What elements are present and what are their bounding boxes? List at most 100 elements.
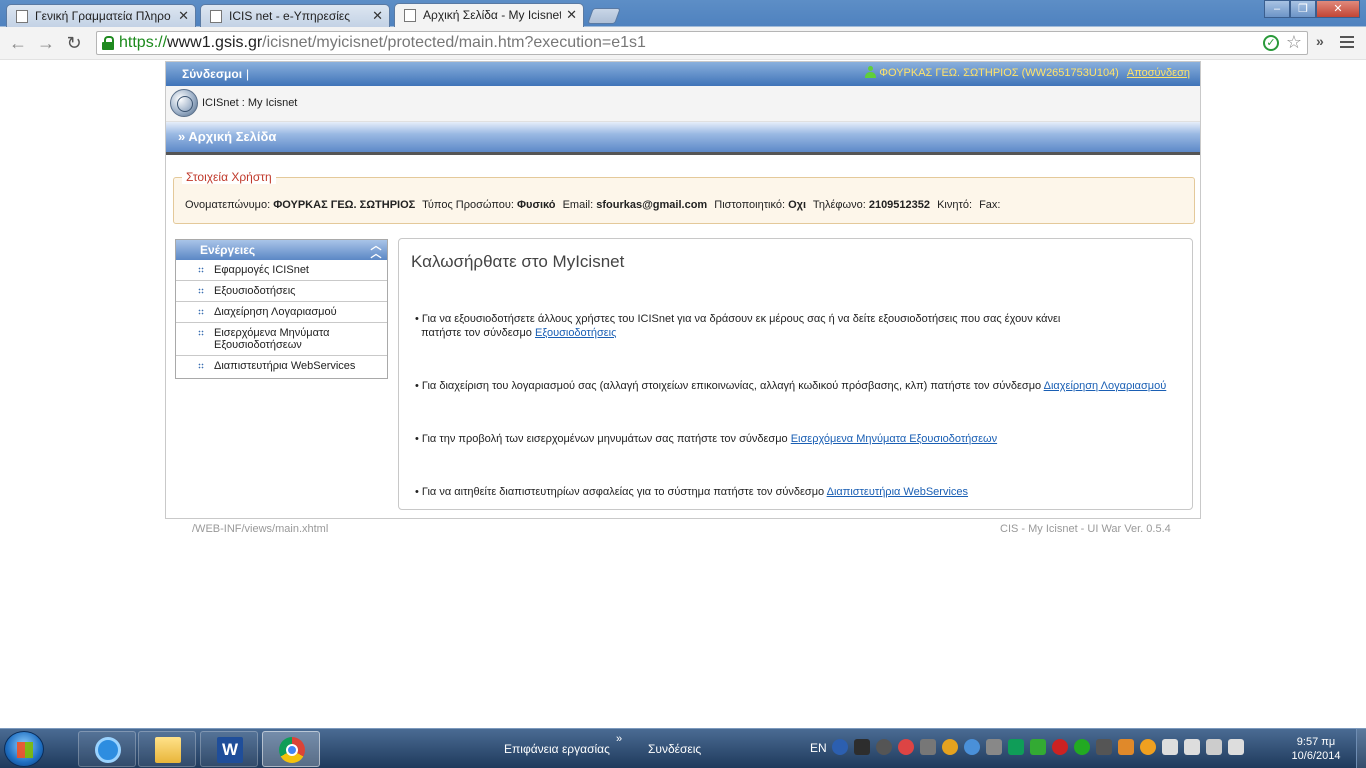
new-tab-button[interactable] xyxy=(587,8,621,24)
breadcrumb-bar: ICISnet : My Icisnet xyxy=(166,86,1200,122)
minimize-button[interactable]: – xyxy=(1264,0,1290,18)
page-container: Σύνδεσμοι | ΦΟΥΡΚΑΣ ΓΕΩ. ΣΩΤΗΡΙΟΣ (WW2651… xyxy=(165,61,1201,519)
authorizations-link[interactable]: Εξουσιοδοτήσεις xyxy=(535,327,616,339)
chrome-tray-icon[interactable] xyxy=(898,739,914,755)
taskbar-file-explorer[interactable] xyxy=(138,731,196,767)
collapse-up-icon[interactable]: ︿ ︿ xyxy=(370,241,382,260)
links-label[interactable]: Σύνδεσμοι xyxy=(182,67,242,81)
volume-icon[interactable] xyxy=(1206,739,1222,755)
action-label[interactable]: Εφαρμογές ICISnet xyxy=(214,264,309,276)
back-arrow-icon[interactable]: ← xyxy=(6,31,30,55)
tray-app-icon[interactable] xyxy=(854,739,870,755)
toolbar-chevron-icon[interactable]: » xyxy=(616,733,622,745)
security-check-icon[interactable] xyxy=(1030,739,1046,755)
mobile-label: Κινητό: xyxy=(937,199,972,211)
logout-link[interactable]: Αποσύνδεση xyxy=(1127,67,1190,79)
close-tab-icon[interactable]: ✕ xyxy=(178,5,189,27)
welcome-paragraph-messages: • Για την προβολή των εισερχομένων μηνυμ… xyxy=(415,432,997,446)
action-item-webservices-credentials[interactable]: Διαπιστευτήρια WebServices xyxy=(176,356,387,376)
footer-view-path: /WEB-INF/views/main.xhtml xyxy=(192,523,329,535)
help-icon[interactable] xyxy=(832,739,848,755)
browser-tab-myicisnet[interactable]: Αρχική Σελίδα - My Icisnet ✕ xyxy=(394,3,584,27)
tab-strip: Γενική Γραμματεία Πληρο ✕ ICIS net - e-Υ… xyxy=(6,3,621,27)
bookmark-star-icon[interactable]: ☆ xyxy=(1286,32,1302,53)
paragraph-text: πατήστε τον σύνδεσμο xyxy=(421,327,535,339)
webservices-credentials-link[interactable]: Διαπιστευτήρια WebServices xyxy=(827,486,968,498)
antivirus-icon[interactable] xyxy=(1052,739,1068,755)
tray-settings-icon[interactable] xyxy=(986,739,1002,755)
address-bar[interactable]: https://www1.gsis.gr/icisnet/myicisnet/p… xyxy=(96,31,1308,55)
top-bar: Σύνδεσμοι | ΦΟΥΡΚΑΣ ΓΕΩ. ΣΩΤΗΡΙΟΣ (WW2651… xyxy=(166,62,1200,86)
url-path: /icisnet/myicisnet/protected/main.htm?ex… xyxy=(262,34,646,51)
user-area: ΦΟΥΡΚΑΣ ΓΕΩ. ΣΩΤΗΡΙΟΣ (WW2651753U104) Απο… xyxy=(865,66,1190,79)
action-label[interactable]: Εισερχόμενα Μηνύματα Εξουσιοδοτήσεων xyxy=(214,327,330,351)
notification-bell-icon[interactable] xyxy=(920,739,936,755)
welcome-paragraph-account: • Για διαχείριση του λογαριασμού σας (αλ… xyxy=(415,379,1166,393)
url-host: www1.gsis.gr xyxy=(167,34,263,51)
taskbar-word[interactable]: W xyxy=(200,731,258,767)
browser-tab-icisnet[interactable]: ICIS net - e-Υπηρεσίες ✕ xyxy=(200,4,390,27)
close-tab-icon[interactable]: ✕ xyxy=(372,5,383,27)
connections-toolbar-label[interactable]: Συνδέσεις xyxy=(648,742,701,756)
action-item-account-management[interactable]: Διαχείρηση Λογαριασμού xyxy=(176,302,387,323)
action-label[interactable]: Διαχείρηση Λογαριασμού xyxy=(214,306,337,318)
bullet-icon xyxy=(198,363,204,369)
type-value: Φυσικό xyxy=(517,199,556,211)
email-label: Email: xyxy=(562,199,594,211)
breadcrumb: ICISnet : My Icisnet xyxy=(202,97,298,109)
page-favicon-icon xyxy=(16,10,28,23)
internet-explorer-icon xyxy=(95,737,121,763)
links-menu[interactable]: Σύνδεσμοι | xyxy=(182,67,249,81)
tab-title: Γενική Γραμματεία Πληρο xyxy=(35,9,171,23)
actions-title: Ενέργειες xyxy=(200,243,256,257)
language-indicator[interactable]: EN xyxy=(810,741,827,755)
taskbar-chrome[interactable] xyxy=(262,731,320,767)
certificate-value: Οχι xyxy=(788,199,807,211)
desktop-toolbar-label[interactable]: Επιφάνεια εργασίας xyxy=(504,742,610,756)
media-icon[interactable] xyxy=(876,739,892,755)
action-item-authorizations[interactable]: Εξουσιοδοτήσεις xyxy=(176,281,387,302)
maximize-button[interactable]: ❐ xyxy=(1290,0,1316,18)
bullet-icon xyxy=(198,330,204,336)
page-title-bar: » Αρχική Σελίδα xyxy=(166,122,1200,155)
reload-icon[interactable]: ↻ xyxy=(62,31,86,55)
action-center-icon[interactable] xyxy=(1184,739,1200,755)
window-controls: – ❐ ✕ xyxy=(1264,0,1360,18)
actions-header[interactable]: Ενέργειες ︿ ︿ xyxy=(176,240,387,260)
incoming-messages-link[interactable]: Εισερχόμενα Μηνύματα Εξουσιοδοτήσεων xyxy=(791,433,997,445)
extensions-chevron-icon[interactable]: » xyxy=(1316,33,1324,49)
browser-toolbar: ← → ↻ https://www1.gsis.gr/icisnet/myici… xyxy=(0,28,1366,58)
update-icon[interactable] xyxy=(942,739,958,755)
power-icon[interactable] xyxy=(1228,739,1244,755)
action-label[interactable]: Εξουσιοδοτήσεις xyxy=(214,285,295,297)
action-item-incoming-messages[interactable]: Εισερχόμενα Μηνύματα Εξουσιοδοτήσεων xyxy=(176,323,387,356)
clock[interactable]: 9:57 πμ 10/6/2014 xyxy=(1284,735,1348,763)
action-item-icisnet-apps[interactable]: Εφαρμογές ICISnet xyxy=(176,260,387,281)
user-details-line: Ονοματεπώνυμο: ΦΟΥΡΚΑΣ ΓΕΩ. ΣΩΤΗΡΙΟΣ Τύπ… xyxy=(185,199,1004,211)
backup-icon[interactable] xyxy=(1118,739,1134,755)
paragraph-text: • Για να εξουσιοδοτήσετε άλλους χρήστες … xyxy=(415,313,1061,325)
url-scheme: https:// xyxy=(119,34,168,51)
show-desktop-button[interactable] xyxy=(1356,729,1366,768)
tools-icon[interactable] xyxy=(1096,739,1112,755)
user-icon xyxy=(865,66,877,78)
browser-tab-gsis[interactable]: Γενική Γραμματεία Πληρο ✕ xyxy=(6,4,196,27)
sync-icon[interactable] xyxy=(964,739,980,755)
account-management-link[interactable]: Διαχείρηση Λογαριασμού xyxy=(1044,380,1167,392)
upload-icon[interactable] xyxy=(1140,739,1156,755)
menu-icon[interactable] xyxy=(1340,36,1354,51)
welcome-title: Καλωσήρθατε στο MyIcisnet xyxy=(411,252,625,271)
google-drive-icon[interactable] xyxy=(1008,739,1024,755)
network-icon[interactable] xyxy=(1162,739,1178,755)
welcome-panel: Καλωσήρθατε στο MyIcisnet • Για να εξουσ… xyxy=(398,238,1193,510)
name-value: ΦΟΥΡΚΑΣ ΓΕΩ. ΣΩΤΗΡΙΟΣ xyxy=(273,199,416,211)
close-window-button[interactable]: ✕ xyxy=(1316,0,1360,18)
system-tray xyxy=(832,739,1244,755)
start-button[interactable] xyxy=(4,731,44,767)
wireless-icon[interactable] xyxy=(1074,739,1090,755)
close-tab-icon[interactable]: ✕ xyxy=(566,4,577,26)
action-label[interactable]: Διαπιστευτήρια WebServices xyxy=(214,360,355,372)
verified-check-icon[interactable]: ✓ xyxy=(1263,35,1279,51)
forward-arrow-icon[interactable]: → xyxy=(34,31,58,55)
taskbar-internet-explorer[interactable] xyxy=(78,731,136,767)
